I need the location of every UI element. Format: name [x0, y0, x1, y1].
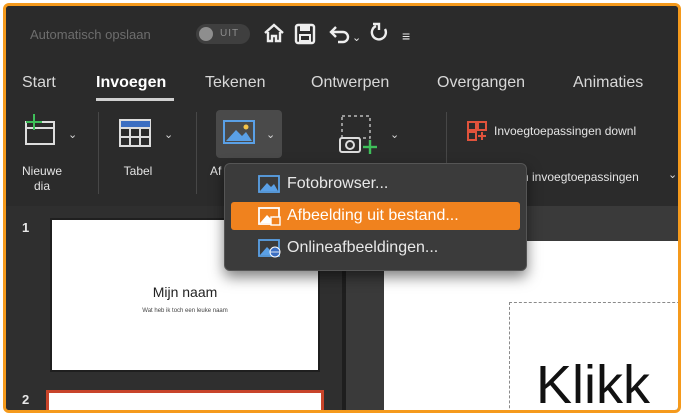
- home-icon[interactable]: [262, 22, 286, 44]
- tab-ontwerpen[interactable]: Ontwerpen: [311, 74, 389, 92]
- autosave-label: Automatisch opslaan: [30, 27, 151, 42]
- ribbon-separator: [98, 112, 99, 194]
- chevron-down-icon[interactable]: ⌄: [68, 128, 77, 141]
- chevron-down-icon[interactable]: ⌄: [668, 168, 677, 181]
- addins-store-button[interactable]: Invoegtoepassingen downl: [494, 124, 636, 138]
- new-slide-button[interactable]: Nieuwe dia: [16, 164, 68, 194]
- undo-icon[interactable]: [328, 24, 350, 44]
- slide-number: 1: [22, 220, 30, 235]
- active-tab-indicator: [96, 98, 174, 101]
- tab-invoegen[interactable]: Invoegen: [96, 74, 166, 92]
- save-icon[interactable]: [294, 23, 316, 45]
- chevron-down-icon[interactable]: ⌄: [266, 128, 275, 141]
- picture-dropdown-menu: Fotobrowser... Afbeelding uit bestand...…: [224, 163, 527, 271]
- redo-icon[interactable]: [368, 22, 390, 44]
- my-addins-button[interactable]: n invoegtoepassingen: [522, 170, 639, 184]
- new-slide-icon[interactable]: [20, 114, 60, 150]
- chevron-down-icon[interactable]: ⌄: [352, 26, 361, 50]
- menu-item-online-pictures[interactable]: Onlineafbeeldingen...: [231, 234, 520, 262]
- menu-item-label: Afbeelding uit bestand...: [287, 207, 459, 224]
- menu-item-photo-browser[interactable]: Fotobrowser...: [231, 170, 520, 198]
- table-icon[interactable]: [116, 116, 156, 150]
- title-bar: Automatisch opslaan UIT ⌄ ≡: [6, 6, 678, 61]
- online-pictures-icon: [258, 239, 281, 258]
- tab-overgangen[interactable]: Overgangen: [437, 74, 525, 92]
- new-slide-label-2: dia: [33, 179, 50, 193]
- slide-number: 2: [22, 392, 30, 407]
- slide-subtitle: Wat heb ik toch een leuke naam: [142, 308, 228, 314]
- addins-store-icon[interactable]: [466, 120, 488, 142]
- picture-from-file-icon: [258, 207, 281, 226]
- ribbon-tabs: Start Invoegen Tekenen Ontwerpen Overgan…: [6, 66, 678, 102]
- menu-item-label: Fotobrowser...: [287, 175, 389, 192]
- menu-item-label: Onlineafbeeldingen...: [287, 239, 439, 256]
- placeholder-text: Klikk: [536, 355, 651, 413]
- table-label[interactable]: Tabel: [118, 164, 158, 179]
- customize-icon[interactable]: ≡: [402, 24, 410, 48]
- menu-item-picture-from-file[interactable]: Afbeelding uit bestand...: [231, 202, 520, 230]
- picture-icon: [223, 120, 255, 144]
- autosave-toggle[interactable]: UIT: [196, 24, 250, 44]
- slide-thumbnail-2[interactable]: [46, 390, 324, 410]
- screenshot-icon[interactable]: [336, 112, 382, 156]
- app-window: Automatisch opslaan UIT ⌄ ≡ Start Invoeg…: [3, 3, 681, 413]
- photo-browser-icon: [258, 175, 280, 193]
- tab-tekenen[interactable]: Tekenen: [205, 74, 266, 92]
- ribbon-separator: [196, 112, 197, 194]
- chevron-down-icon[interactable]: ⌄: [164, 128, 173, 141]
- tab-start[interactable]: Start: [22, 74, 56, 92]
- chevron-down-icon[interactable]: ⌄: [390, 128, 399, 141]
- toggle-knob: [199, 27, 213, 41]
- slide-title: Mijn naam: [152, 284, 218, 300]
- new-slide-label-1: Nieuwe: [21, 164, 63, 178]
- tab-animaties[interactable]: Animaties: [573, 74, 643, 92]
- autosave-state: UIT: [220, 28, 240, 39]
